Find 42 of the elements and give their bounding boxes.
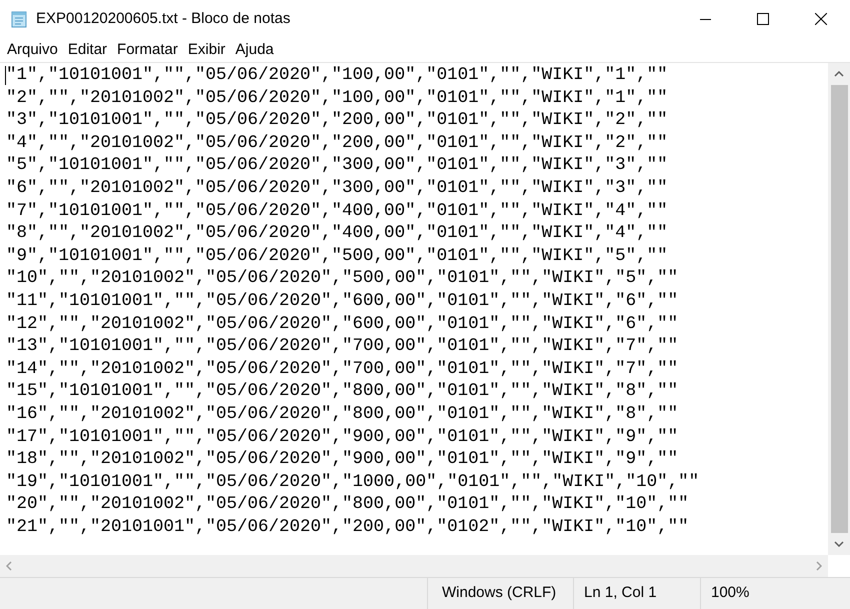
horizontal-scrollbar[interactable] bbox=[0, 555, 828, 577]
text-line: "18","","20101002","05/06/2020","900,00","0101","","WIKI","9","" bbox=[6, 448, 678, 471]
text-line: "4","","20101002","05/06/2020","200,00","0101","","WIKI","2","" bbox=[6, 132, 668, 154]
scroll-left-icon[interactable] bbox=[6, 561, 12, 571]
text-line: "1","10101001","","05/06/2020","100,00","0101","","WIKI","1","" bbox=[6, 64, 668, 87]
text-line: "16","","20101002","05/06/2020","800,00","0101","","WIKI","8","" bbox=[6, 402, 678, 426]
line-ending-status: Windows (CRLF) bbox=[442, 583, 556, 604]
maximize-icon bbox=[757, 13, 769, 25]
text-line: "20","","20101002","05/06/2020","800,00","0101","","WIKI","10","" bbox=[6, 493, 689, 516]
notepad-icon bbox=[10, 10, 28, 28]
text-line: "5","10101001","","05/06/2020","300,00","0101","","WIKI","3","" bbox=[6, 154, 668, 177]
text-line: "11","10101001","","05/06/2020","600,00","0101","","WIKI","6","" bbox=[6, 290, 678, 313]
scrollbar-thumb[interactable] bbox=[830, 85, 848, 533]
vertical-scrollbar[interactable] bbox=[828, 63, 850, 555]
text-line: "10","","20101002","05/06/2020","500,00","0101","","WIKI","5","" bbox=[6, 267, 678, 290]
menu-item[interactable]: Arquivo bbox=[2, 38, 63, 62]
menu-item[interactable]: Editar bbox=[62, 38, 112, 62]
scroll-right-icon[interactable] bbox=[816, 561, 822, 571]
text-line: "21","","20101001","05/06/2020","200,00","0102","","WIKI","10","" bbox=[6, 516, 689, 538]
menu-item[interactable]: Ajuda bbox=[230, 38, 279, 62]
minimize-icon bbox=[700, 18, 710, 20]
text-line: "17","10101001","","05/06/2020","900,00","0101","","WIKI","9","" bbox=[6, 426, 678, 448]
text-cursor bbox=[5, 66, 6, 85]
scroll-down-icon[interactable] bbox=[834, 541, 844, 547]
text-line: "7","10101001","","05/06/2020","400,00","0101","","WIKI","4","" bbox=[6, 200, 668, 222]
text-line: "12","","20101002","05/06/2020","600,00","0101","","WIKI","6","" bbox=[6, 312, 678, 336]
cursor-position-status: Ln 1, Col 1 bbox=[584, 583, 657, 604]
scroll-up-icon[interactable] bbox=[834, 71, 844, 77]
zoom-status: 100% bbox=[711, 583, 750, 604]
window-title: EXP00120200605.txt - Bloco de notas bbox=[36, 8, 290, 29]
text-line: "3","10101001","","05/06/2020","200,00","0101","","WIKI","2","" bbox=[6, 109, 668, 132]
text-line: "8","","20101002","05/06/2020","400,00","0101","","WIKI","4","" bbox=[6, 222, 668, 245]
text-line: "14","","20101002","05/06/2020","700,00","0101","","WIKI","7","" bbox=[6, 358, 678, 380]
text-line: "15","10101001","","05/06/2020","800,00","0101","","WIKI","8","" bbox=[6, 380, 678, 403]
menu-item[interactable]: Exibir bbox=[182, 38, 230, 62]
text-line: "2","","20101002","05/06/2020","100,00","0101","","WIKI","1","" bbox=[6, 86, 668, 110]
text-line: "6","","20101002","05/06/2020","300,00","0101","","WIKI","3","" bbox=[6, 176, 668, 200]
text-line: "9","10101001","","05/06/2020","500,00","0101","","WIKI","5","" bbox=[6, 244, 668, 268]
text-line: "19","10101001","","05/06/2020","1000,00","0101","","WIKI","10","" bbox=[6, 470, 700, 494]
text-line: "13","10101001","","05/06/2020","700,00","0101","","WIKI","7","" bbox=[6, 335, 678, 358]
menu-item[interactable]: Formatar bbox=[112, 38, 183, 62]
close-icon bbox=[815, 13, 827, 25]
